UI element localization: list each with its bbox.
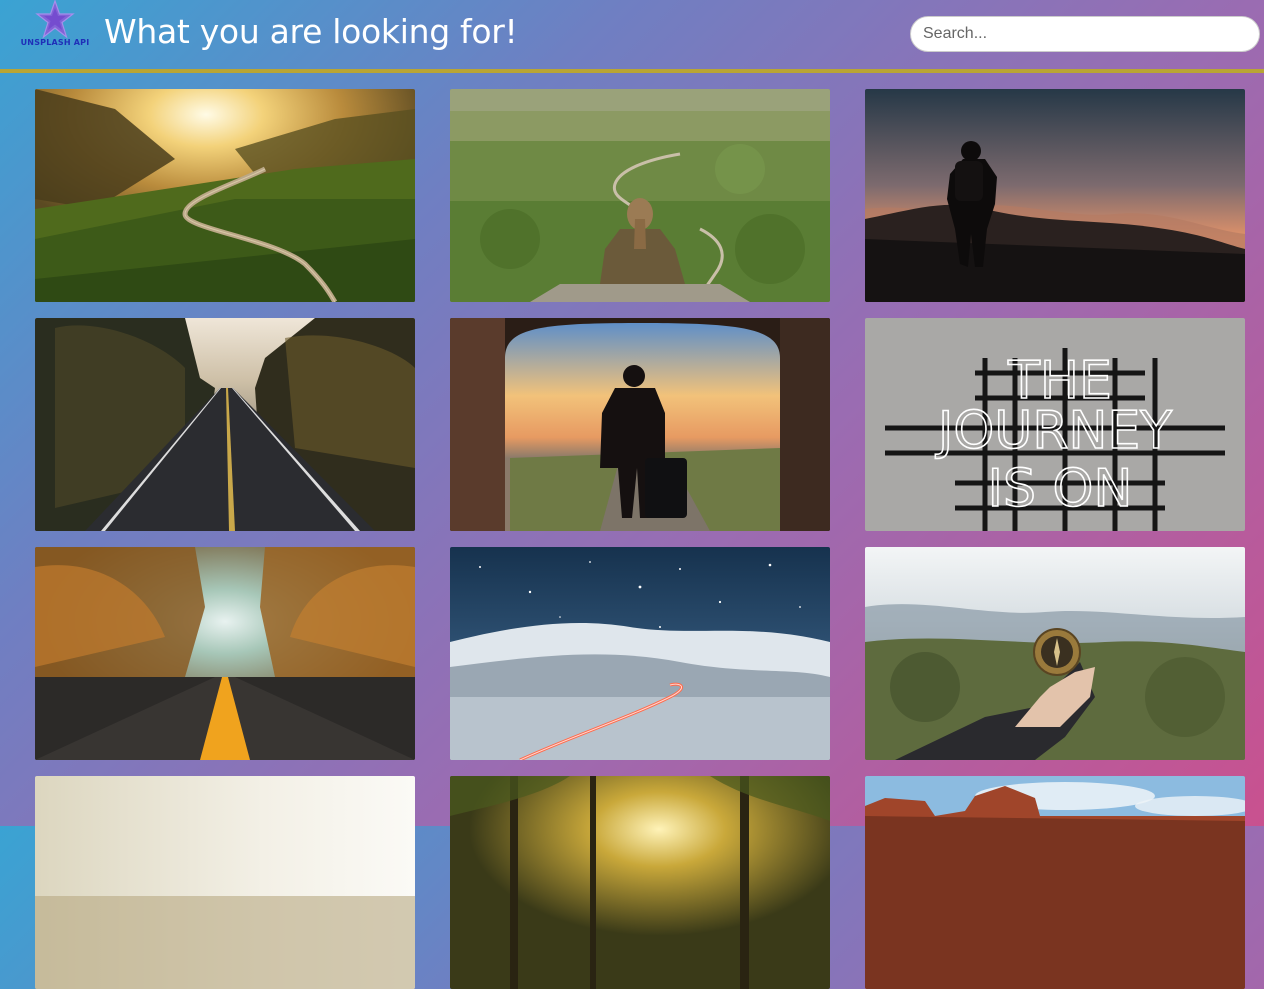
page-title: What you are looking for!: [104, 12, 518, 51]
photo-hiker-sunset: [865, 89, 1245, 302]
photo-card[interactable]: [865, 547, 1245, 760]
photo-compass: [865, 547, 1245, 760]
search-input[interactable]: [910, 16, 1260, 52]
photo-card[interactable]: [450, 318, 830, 531]
photo-forest-road: [35, 318, 415, 531]
photo-card[interactable]: [450, 89, 830, 302]
header: UNSPLASH API What you are looking for!: [0, 0, 1264, 70]
photo-card[interactable]: [35, 318, 415, 531]
photo-card[interactable]: [865, 89, 1245, 302]
photo-card[interactable]: [35, 776, 415, 989]
sign-line-3: IS ON: [988, 459, 1133, 519]
sign-line-2: JOURNEY: [935, 401, 1172, 461]
star-logo-icon: [35, 0, 75, 39]
photo-red-rocks: [865, 776, 1245, 989]
header-divider: [0, 69, 1264, 73]
logo[interactable]: UNSPLASH API: [18, 0, 92, 54]
photo-traveler-arch: [450, 318, 830, 531]
photo-grid: THE JOURNEY IS ON: [35, 89, 1245, 989]
photo-card[interactable]: [35, 547, 415, 760]
photo-card[interactable]: [450, 776, 830, 989]
photo-card[interactable]: [450, 547, 830, 760]
photo-starry-night: [450, 547, 830, 760]
photo-card[interactable]: [865, 776, 1245, 989]
photo-hazy-sky: [35, 776, 415, 989]
photo-woman-overlook: [450, 89, 830, 302]
photo-mountain-road: [35, 89, 415, 302]
logo-text: UNSPLASH API: [20, 38, 90, 47]
photo-neon-sign: THE JOURNEY IS ON: [865, 318, 1245, 531]
photo-card[interactable]: [35, 89, 415, 302]
photo-sunlit-trees: [450, 776, 830, 989]
photo-card[interactable]: THE JOURNEY IS ON: [865, 318, 1245, 531]
photo-autumn-road: [35, 547, 415, 760]
